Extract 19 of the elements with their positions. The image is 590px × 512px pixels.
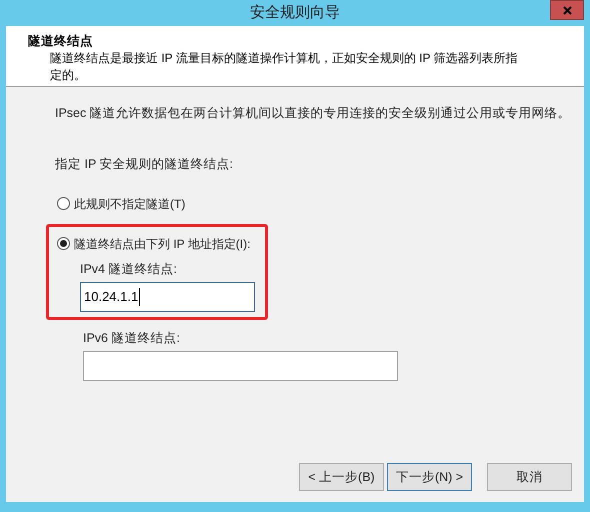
- wizard-button[interactable]: 取消: [487, 463, 572, 491]
- window-title: 安全规则向导: [250, 2, 340, 23]
- page-description: 隧道终结点是最接近 IP 流量目标的隧道操作计算机，正如安全规则的 IP 筛选器列表所指定的。: [49, 50, 519, 84]
- input-field[interactable]: 10.24.1.1: [80, 282, 255, 312]
- close-icon: [562, 6, 572, 14]
- radio-label: 隧道终结点由下列 IP 地址指定(I):: [74, 236, 250, 252]
- page-title: 隧道终结点: [28, 33, 94, 50]
- close-button[interactable]: [550, 0, 584, 20]
- radio-button[interactable]: [57, 237, 70, 250]
- prompt-text: 指定 IP 安全规则的隧道终结点:: [55, 156, 234, 173]
- intro-text: IPsec 隧道允许数据包在两台计算机间以直接的专用连接的安全级别通过公用或专用网络。: [55, 105, 572, 122]
- radio-label: 此规则不指定隧道(T): [74, 196, 186, 212]
- input-field[interactable]: [83, 350, 398, 380]
- wizard-button[interactable]: 下一步(N) >: [387, 463, 472, 491]
- wizard-button[interactable]: < 上一步(B): [299, 463, 384, 491]
- radio-button[interactable]: [57, 197, 70, 210]
- field-label: IPv4 隧道终结点:: [80, 260, 178, 276]
- text-cursor: [139, 288, 140, 306]
- field-label: IPv6 隧道终结点:: [83, 330, 181, 346]
